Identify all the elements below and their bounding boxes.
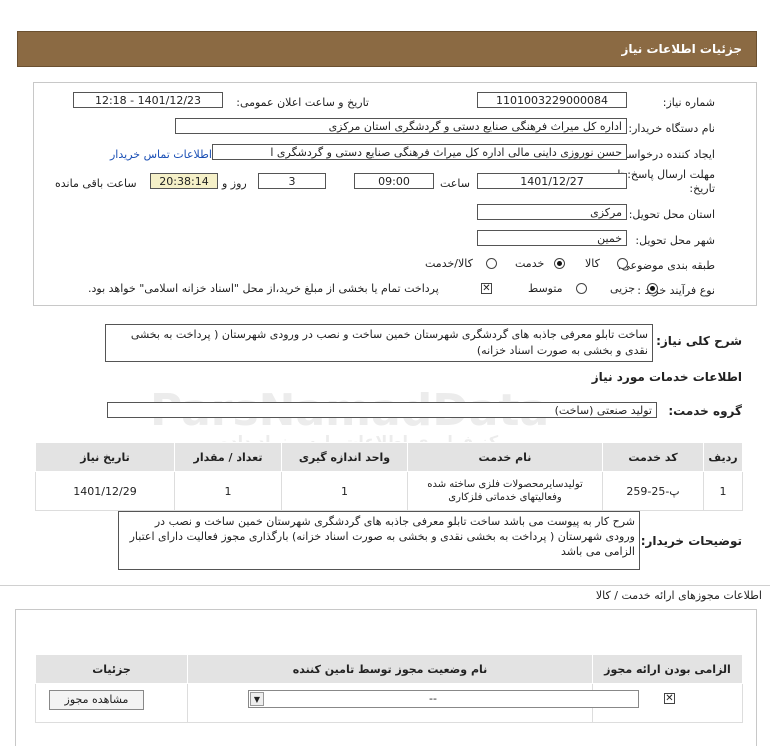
need-number-label: شماره نیاز: [662, 96, 715, 109]
deadline-date-field: 1401/12/27 [477, 173, 627, 189]
remaining-label: ساعت باقی مانده [55, 177, 137, 190]
table-row: 1 پ-25-259 تولیدسایرمحصولات فلزی ساخته ش… [35, 471, 743, 511]
city-field: خمین [477, 230, 627, 246]
page-title: جزئیات اطلاعات نیاز [621, 42, 742, 56]
category-label: طبقه بندی موضوعی: [617, 259, 715, 272]
cell-date: 1401/12/29 [35, 471, 175, 511]
buyer-notes-label: توضیحات خریدار: [640, 534, 742, 548]
summary-text: ساخت تابلو معرفی جاذبه های گردشگری شهرست… [130, 328, 648, 357]
cell-row: 1 [703, 471, 743, 511]
category-radio-goods[interactable] [617, 258, 628, 269]
treasury-checkbox[interactable]: ✕ [481, 283, 492, 294]
deadline-time-label: ساعت [440, 177, 470, 190]
col-name: نام خدمت [407, 442, 603, 472]
buyer-contact-anchor[interactable]: اطلاعات تماس خریدار [110, 148, 212, 161]
permit-required-checkbox: ✕ [664, 693, 675, 704]
col-permit-status: نام وضعیت مجوز توسط تامین کننده [187, 654, 593, 684]
col-unit: واحد اندازه گیری [281, 442, 408, 472]
col-code: کد خدمت [602, 442, 704, 472]
buyer-notes-box: شرح کار به پیوست می باشد ساخت تابلو معرف… [118, 511, 640, 570]
category-radio-goods-service[interactable] [486, 258, 497, 269]
permits-section-title: اطلاعات مجوزهای ارائه خدمت / کالا [595, 589, 762, 602]
days-label: روز و [222, 177, 247, 190]
permits-table-header: الزامی بودن ارائه مجوز نام وضعیت مجوز تو… [35, 654, 743, 684]
cell-quantity: 1 [174, 471, 282, 511]
col-permit-details: جزئیات [35, 654, 188, 684]
city-label: شهر محل تحویل: [635, 234, 715, 247]
buyer-label: نام دستگاه خریدار: [628, 122, 715, 135]
permits-table: الزامی بودن ارائه مجوز نام وضعیت مجوز تو… [35, 654, 743, 723]
permit-status-select[interactable]: -- ▼ [248, 690, 639, 708]
buyer-notes-text: شرح کار به پیوست می باشد ساخت تابلو معرف… [129, 515, 635, 558]
category-option-service: خدمت [515, 257, 545, 270]
cell-code: پ-25-259 [602, 471, 704, 511]
services-table: ردیف کد خدمت نام خدمت واحد اندازه گیری ت… [35, 442, 743, 511]
services-section-title: اطلاعات خدمات مورد نیاز [591, 370, 742, 384]
buyer-contact-link[interactable]: اطلاعات تماس خریدار [110, 148, 212, 161]
province-field: مرکزی [477, 204, 627, 220]
service-group-field: تولید صنعتی (ساخت) [107, 402, 657, 418]
process-radio-minor[interactable] [647, 283, 658, 294]
category-radio-service[interactable] [554, 258, 565, 269]
buyer-field: اداره کل میراث فرهنگی صنایع دستی و گردشگ… [175, 118, 627, 134]
services-table-header: ردیف کد خدمت نام خدمت واحد اندازه گیری ت… [35, 442, 743, 472]
deadline-label-2: تاریخ: [689, 182, 715, 195]
summary-label: شرح کلی نیاز: [656, 334, 742, 348]
permit-status-value: -- [429, 692, 437, 705]
category-option-goods-service: کالا/خدمت [425, 257, 473, 270]
col-row: ردیف [703, 442, 743, 472]
need-info-panel [33, 82, 757, 306]
announce-field: 1401/12/23 - 12:18 [73, 92, 223, 108]
process-option-medium: متوسط [528, 282, 563, 295]
summary-box: ساخت تابلو معرفی جاذبه های گردشگری شهرست… [105, 324, 653, 362]
province-label: استان محل تحویل: [628, 208, 715, 221]
days-field: 3 [258, 173, 326, 189]
cell-unit: 1 [281, 471, 408, 511]
remaining-time-field: 20:38:14 [150, 173, 218, 189]
process-note: پرداخت تمام یا بخشی از مبلغ خرید،از محل … [88, 282, 439, 295]
col-quantity: تعداد / مقدار [174, 442, 282, 472]
process-option-minor: جزیی [610, 282, 636, 295]
col-date: تاریخ نیاز [35, 442, 175, 472]
page-header: جزئیات اطلاعات نیاز [17, 31, 757, 67]
chevron-down-icon[interactable]: ▼ [250, 692, 264, 706]
category-option-goods: کالا [585, 257, 600, 270]
service-group-label: گروه خدمت: [668, 404, 742, 418]
col-permit-required: الزامی بودن ارائه مجوز [592, 654, 743, 684]
cell-name: تولیدسایرمحصولات فلزی ساخته شده وفعالیته… [407, 471, 603, 511]
need-number-field: 1101003229000084 [477, 92, 627, 108]
permits-divider [0, 585, 770, 586]
creator-label: ایجاد کننده درخواست: [613, 148, 715, 161]
deadline-label-1: مهلت ارسال پاسخ: تا [617, 168, 715, 181]
view-permit-button[interactable]: مشاهده مجوز [49, 690, 144, 710]
deadline-time-field: 09:00 [354, 173, 434, 189]
creator-field: حسن نوروزی داینی مالی اداره کل میراث فره… [212, 144, 627, 160]
announce-label: تاریخ و ساعت اعلان عمومی: [236, 96, 369, 109]
process-radio-medium[interactable] [576, 283, 587, 294]
